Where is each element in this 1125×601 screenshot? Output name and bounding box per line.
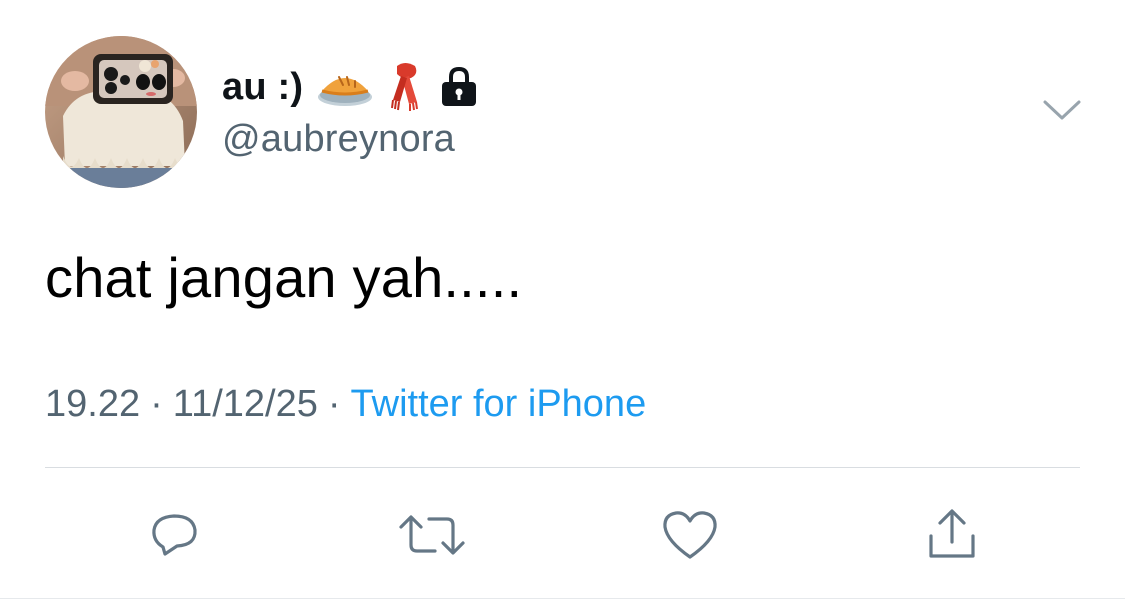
reply-button[interactable] [140,500,210,570]
chevron-down-icon[interactable] [1042,98,1082,124]
name-row: au :) [222,62,481,112]
tweet-meta: 19.22 · 11/12/25 · Twitter for iPhone [45,383,646,426]
tweet-card: au :) @aubreynora chat jangan yah..... 1… [0,0,1125,601]
separator: · [150,383,163,425]
like-icon [663,511,717,559]
tweet-time: 19.22 [45,383,141,425]
scarf-emoji [387,62,423,112]
separator: · [327,383,341,425]
action-bar [0,500,1125,570]
share-button[interactable] [917,500,987,570]
display-name[interactable]: au :) [222,66,303,109]
like-button[interactable] [655,500,725,570]
lock-icon [437,65,481,109]
reply-icon [152,514,197,556]
avatar[interactable] [45,36,197,188]
retweet-button[interactable] [397,500,467,570]
tweet-text: chat jangan yah..... [45,246,523,309]
source-link[interactable]: Twitter for iPhone [351,383,647,425]
retweet-icon [399,515,465,555]
pie-emoji [317,67,373,107]
avatar-image [45,36,197,188]
tweet-date: 11/12/25 [172,383,318,425]
share-icon [929,509,975,558]
divider [45,467,1080,468]
bottom-divider [0,598,1125,599]
user-handle[interactable]: @aubreynora [222,118,455,161]
